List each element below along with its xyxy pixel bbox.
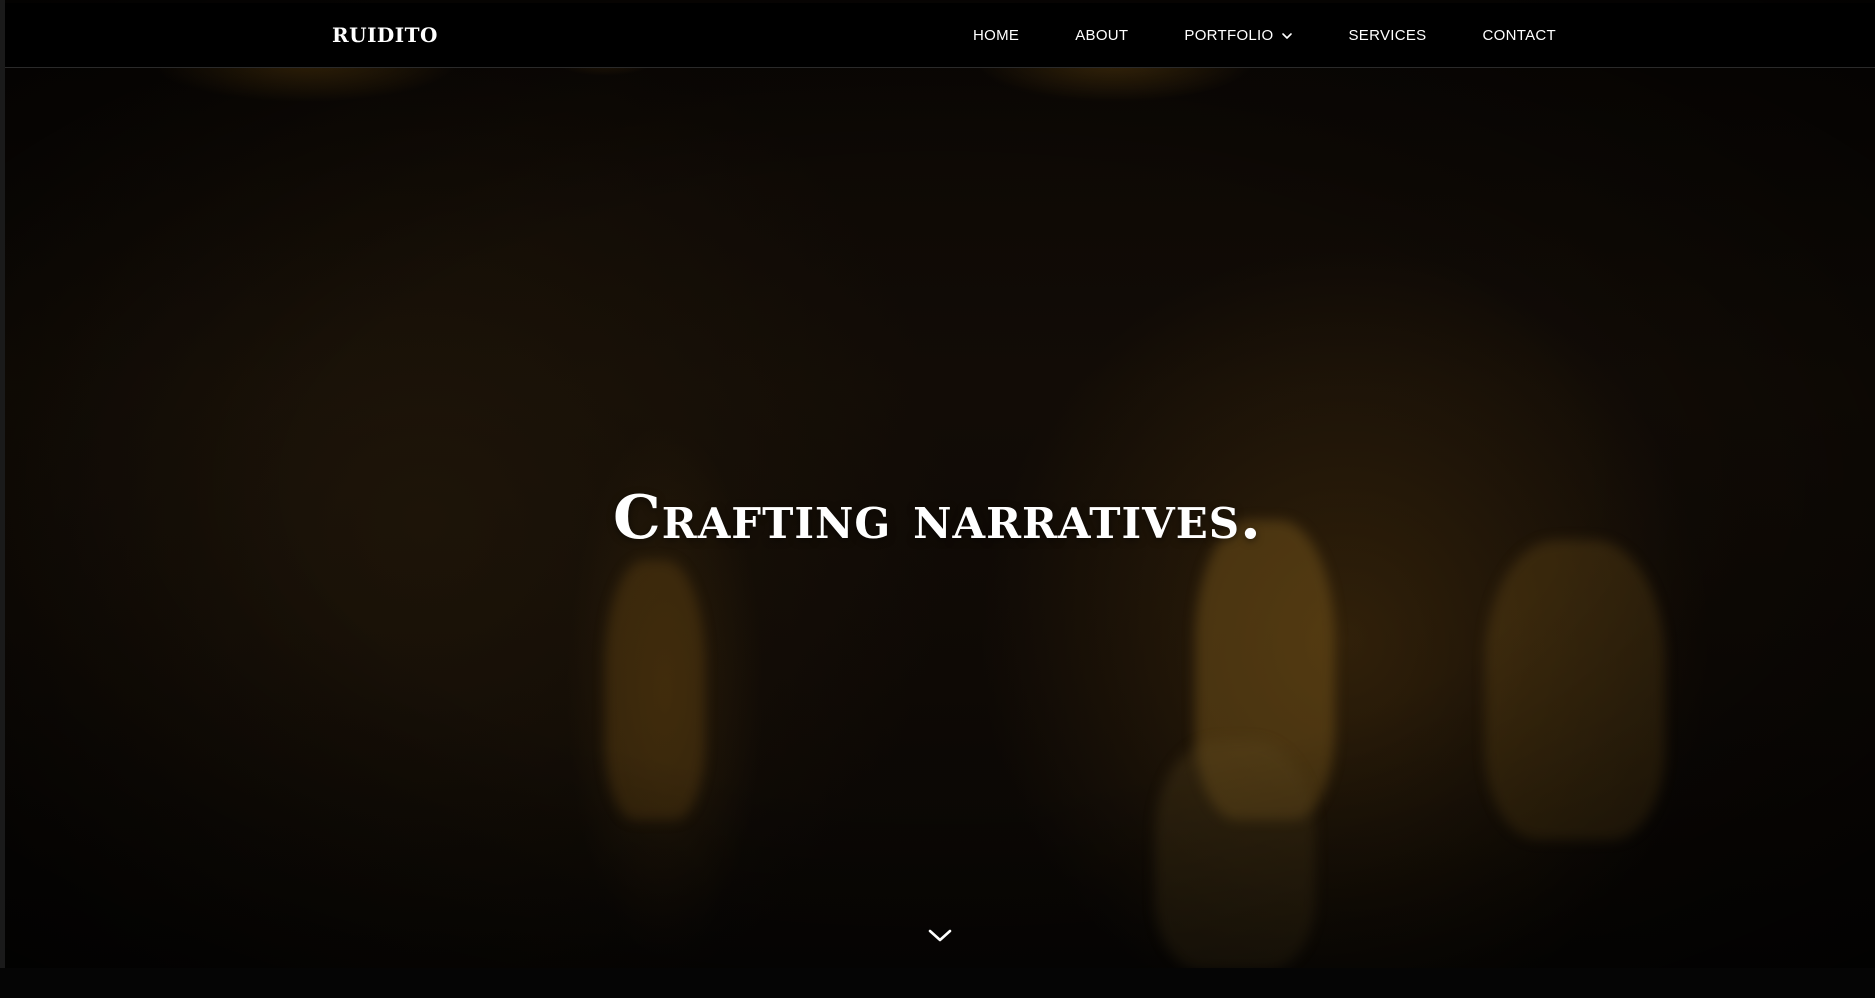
scroll-down-chevron-icon[interactable] — [926, 924, 954, 946]
nav-portfolio-dropdown[interactable]: PORTFOLIO — [1184, 27, 1292, 44]
nav-home-label: HOME — [973, 27, 1020, 44]
nav-contact[interactable]: CONTACT — [1483, 27, 1556, 44]
section-divider — [0, 968, 1875, 998]
main-nav: HOME ABOUT PORTFOLIO SERVICES CONTACT — [973, 27, 1556, 44]
top-navbar: RUIDITO HOME ABOUT PORTFOLIO SERVICES CO… — [5, 3, 1875, 68]
nav-home[interactable]: HOME — [973, 27, 1019, 44]
nav-services[interactable]: SERVICES — [1349, 27, 1427, 44]
hero-headline: Crafting narratives. — [613, 483, 1262, 554]
nav-services-label: SERVICES — [1348, 27, 1427, 44]
brand-logo[interactable]: RUIDITO — [332, 23, 438, 47]
nav-about[interactable]: ABOUT — [1075, 27, 1128, 44]
chevron-down-icon — [1281, 32, 1292, 39]
nav-about-label: ABOUT — [1075, 27, 1129, 44]
page: RUIDITO HOME ABOUT PORTFOLIO SERVICES CO… — [0, 0, 1875, 998]
nav-contact-label: CONTACT — [1482, 27, 1556, 44]
nav-portfolio-label: PORTFOLIO — [1184, 27, 1274, 44]
